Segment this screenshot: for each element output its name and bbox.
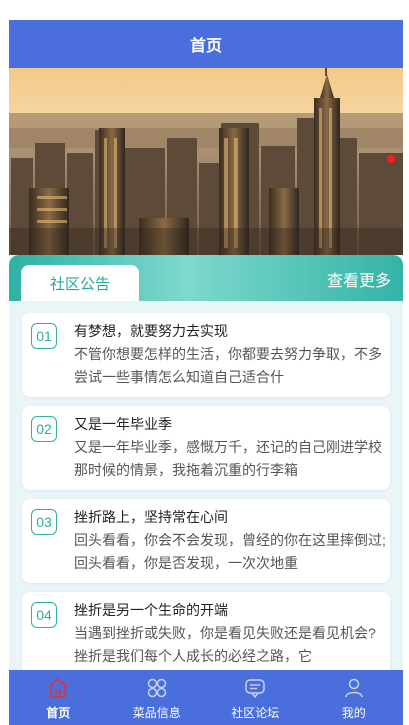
tab-community-forum[interactable]: 社区论坛	[206, 670, 305, 725]
list-item[interactable]: 01 有梦想，就要努力去实现 不管你想要怎样的生活，你都要去努力争取，不多尝试一…	[22, 313, 390, 397]
tab-dish-info[interactable]: 菜品信息	[108, 670, 207, 725]
notice-section: 社区公告 查看更多 01 有梦想，就要努力去实现 不管你想要怎样的生活，你都要去…	[9, 255, 403, 676]
tab-mine-label: 我的	[341, 706, 366, 720]
tab-home[interactable]: 首页	[9, 670, 108, 725]
item-excerpt: 回头看看，你会不会发现，曾经的你在这里摔倒过;回头看看，你是否发现，一次次地重	[74, 532, 386, 571]
tab-mine[interactable]: 我的	[305, 670, 404, 725]
item-excerpt: 当遇到挫折或失败，你是看见失败还是看见机会?挫折是我们每个人成长的必经之路，它	[74, 625, 376, 664]
item-title: 又是一年毕业季	[74, 416, 172, 432]
tab-community-forum-label: 社区论坛	[231, 706, 280, 720]
grid-icon	[147, 678, 166, 698]
notice-list: 01 有梦想，就要努力去实现 不管你想要怎样的生活，你都要去努力争取，不多尝试一…	[9, 301, 403, 676]
item-title: 挫折路上，坚持常在心间	[74, 509, 228, 525]
tab-community-notice[interactable]: 社区公告	[21, 265, 139, 301]
banner-carousel[interactable]	[9, 68, 403, 255]
list-item[interactable]: 02 又是一年毕业季 又是一年毕业季，感慨万千，还记的自己刚进学校那时候的情景，…	[22, 406, 390, 490]
bottom-tab-bar: 首页 菜品信息 社区论坛 我的	[9, 670, 403, 725]
forum-icon	[245, 679, 265, 699]
title-bar: 首页	[9, 20, 403, 68]
home-icon	[48, 677, 68, 698]
item-number-badge: 03	[31, 509, 57, 535]
item-title: 有梦想，就要努力去实现	[74, 323, 228, 339]
tab-dish-info-label: 菜品信息	[132, 706, 181, 720]
notice-header: 社区公告 查看更多	[9, 255, 403, 301]
app-screen: 首页 社区公告 查看更多 01 有梦想，就要努力去实现 不管你想要怎样的生活，你…	[9, 20, 403, 725]
carousel-indicator-active[interactable]	[387, 155, 395, 163]
item-number-badge: 04	[31, 602, 57, 628]
banner-image	[9, 68, 403, 255]
item-excerpt: 不管你想要怎样的生活，你都要去努力争取，不多尝试一些事情怎么知道自己适合什	[74, 346, 382, 385]
item-number-badge: 02	[31, 416, 57, 442]
tab-home-label: 首页	[46, 706, 71, 720]
item-title: 挫折是另一个生命的开端	[74, 602, 228, 618]
list-item[interactable]: 03 挫折路上，坚持常在心间 回头看看，你会不会发现，曾经的你在这里摔倒过;回头…	[22, 499, 390, 583]
view-more-link[interactable]: 查看更多	[327, 267, 391, 291]
page-title: 首页	[189, 38, 222, 55]
item-number-badge: 01	[31, 323, 57, 349]
list-item[interactable]: 04 挫折是另一个生命的开端 当遇到挫折或失败，你是看见失败还是看见机会?挫折是…	[22, 592, 390, 676]
user-icon	[345, 678, 363, 698]
item-excerpt: 又是一年毕业季，感慨万千，还记的自己刚进学校那时候的情景，我拖着沉重的行李箱	[74, 439, 382, 478]
